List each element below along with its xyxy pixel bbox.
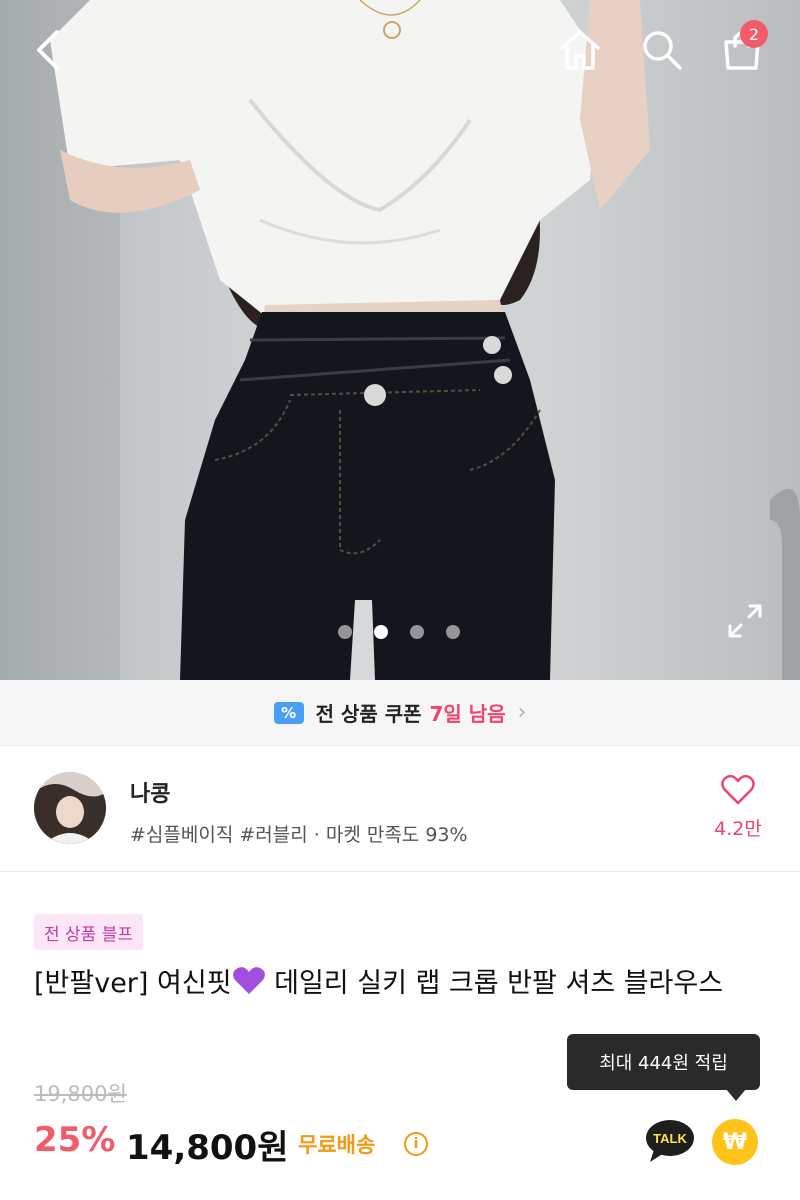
pager-dot-active[interactable] <box>374 625 388 639</box>
chevron-right-icon: › <box>517 700 527 725</box>
info-icon[interactable]: i <box>404 1132 428 1156</box>
product-title-prefix: [반팔ver] 여신핏 <box>34 968 232 999</box>
won-icon: ₩ <box>722 1129 748 1155</box>
pager-dot[interactable] <box>446 625 460 639</box>
product-page: 2 % 전 상품 쿠폰 7일 남음 › 나콩 #심플베이직 #러블리 · 마켓 … <box>0 0 800 1200</box>
free-shipping-label: 무료배송 <box>298 1133 376 1157</box>
home-button[interactable] <box>548 18 612 82</box>
store-avatar[interactable] <box>34 772 106 844</box>
points-button[interactable]: ₩ <box>712 1119 758 1165</box>
expand-icon <box>728 604 762 638</box>
home-icon <box>560 30 600 70</box>
talk-label: TALK <box>653 1131 687 1146</box>
pager-dot[interactable] <box>338 625 352 639</box>
product-image[interactable]: 2 <box>0 0 800 680</box>
store-tags: #심플베이직 #러블리 · 마켓 만족도 93% <box>130 824 468 846</box>
fullscreen-button[interactable] <box>722 598 768 644</box>
avatar-image <box>34 772 106 844</box>
store-info[interactable]: 나콩 #심플베이직 #러블리 · 마켓 만족도 93% 4.2만 <box>0 746 800 872</box>
back-button[interactable] <box>16 18 80 82</box>
purple-heart-icon <box>232 967 265 994</box>
points-tooltip: 최대 444원 적립 <box>567 1034 760 1090</box>
product-title-suffix: 데일리 실키 랩 크롭 반팔 셔츠 블라우스 <box>265 968 724 999</box>
coupon-icon: % <box>273 701 304 724</box>
product-photo <box>0 0 800 680</box>
image-pager <box>338 625 460 639</box>
search-icon <box>643 31 682 70</box>
talk-button[interactable]: TALK <box>644 1118 696 1166</box>
tooltip-arrow <box>726 1089 746 1101</box>
sale-price: 14,800원 <box>126 1128 289 1168</box>
like-count: 4.2만 <box>714 818 762 840</box>
search-button[interactable] <box>630 18 694 82</box>
cart-count-badge: 2 <box>740 20 768 48</box>
original-price: 19,800원 <box>34 1082 127 1106</box>
cart-button[interactable]: 2 <box>710 18 774 82</box>
discount-rate: 25% <box>34 1120 116 1160</box>
pager-dot[interactable] <box>410 625 424 639</box>
heart-icon <box>721 774 755 805</box>
coupon-label: 전 상품 쿠폰 <box>315 702 422 726</box>
product-title: [반팔ver] 여신핏 데일리 실키 랩 크롭 반팔 셔츠 블라우스 <box>34 964 764 1004</box>
coupon-remaining: 7일 남음 <box>429 702 506 726</box>
promo-badge: 전 상품 블프 <box>34 914 144 950</box>
store-name[interactable]: 나콩 <box>130 776 170 808</box>
like-button[interactable]: 4.2만 <box>702 774 774 848</box>
back-arrow-icon <box>37 30 59 70</box>
coupon-banner[interactable]: % 전 상품 쿠폰 7일 남음 › <box>0 680 800 746</box>
talk-chat-icon: TALK <box>646 1120 694 1162</box>
